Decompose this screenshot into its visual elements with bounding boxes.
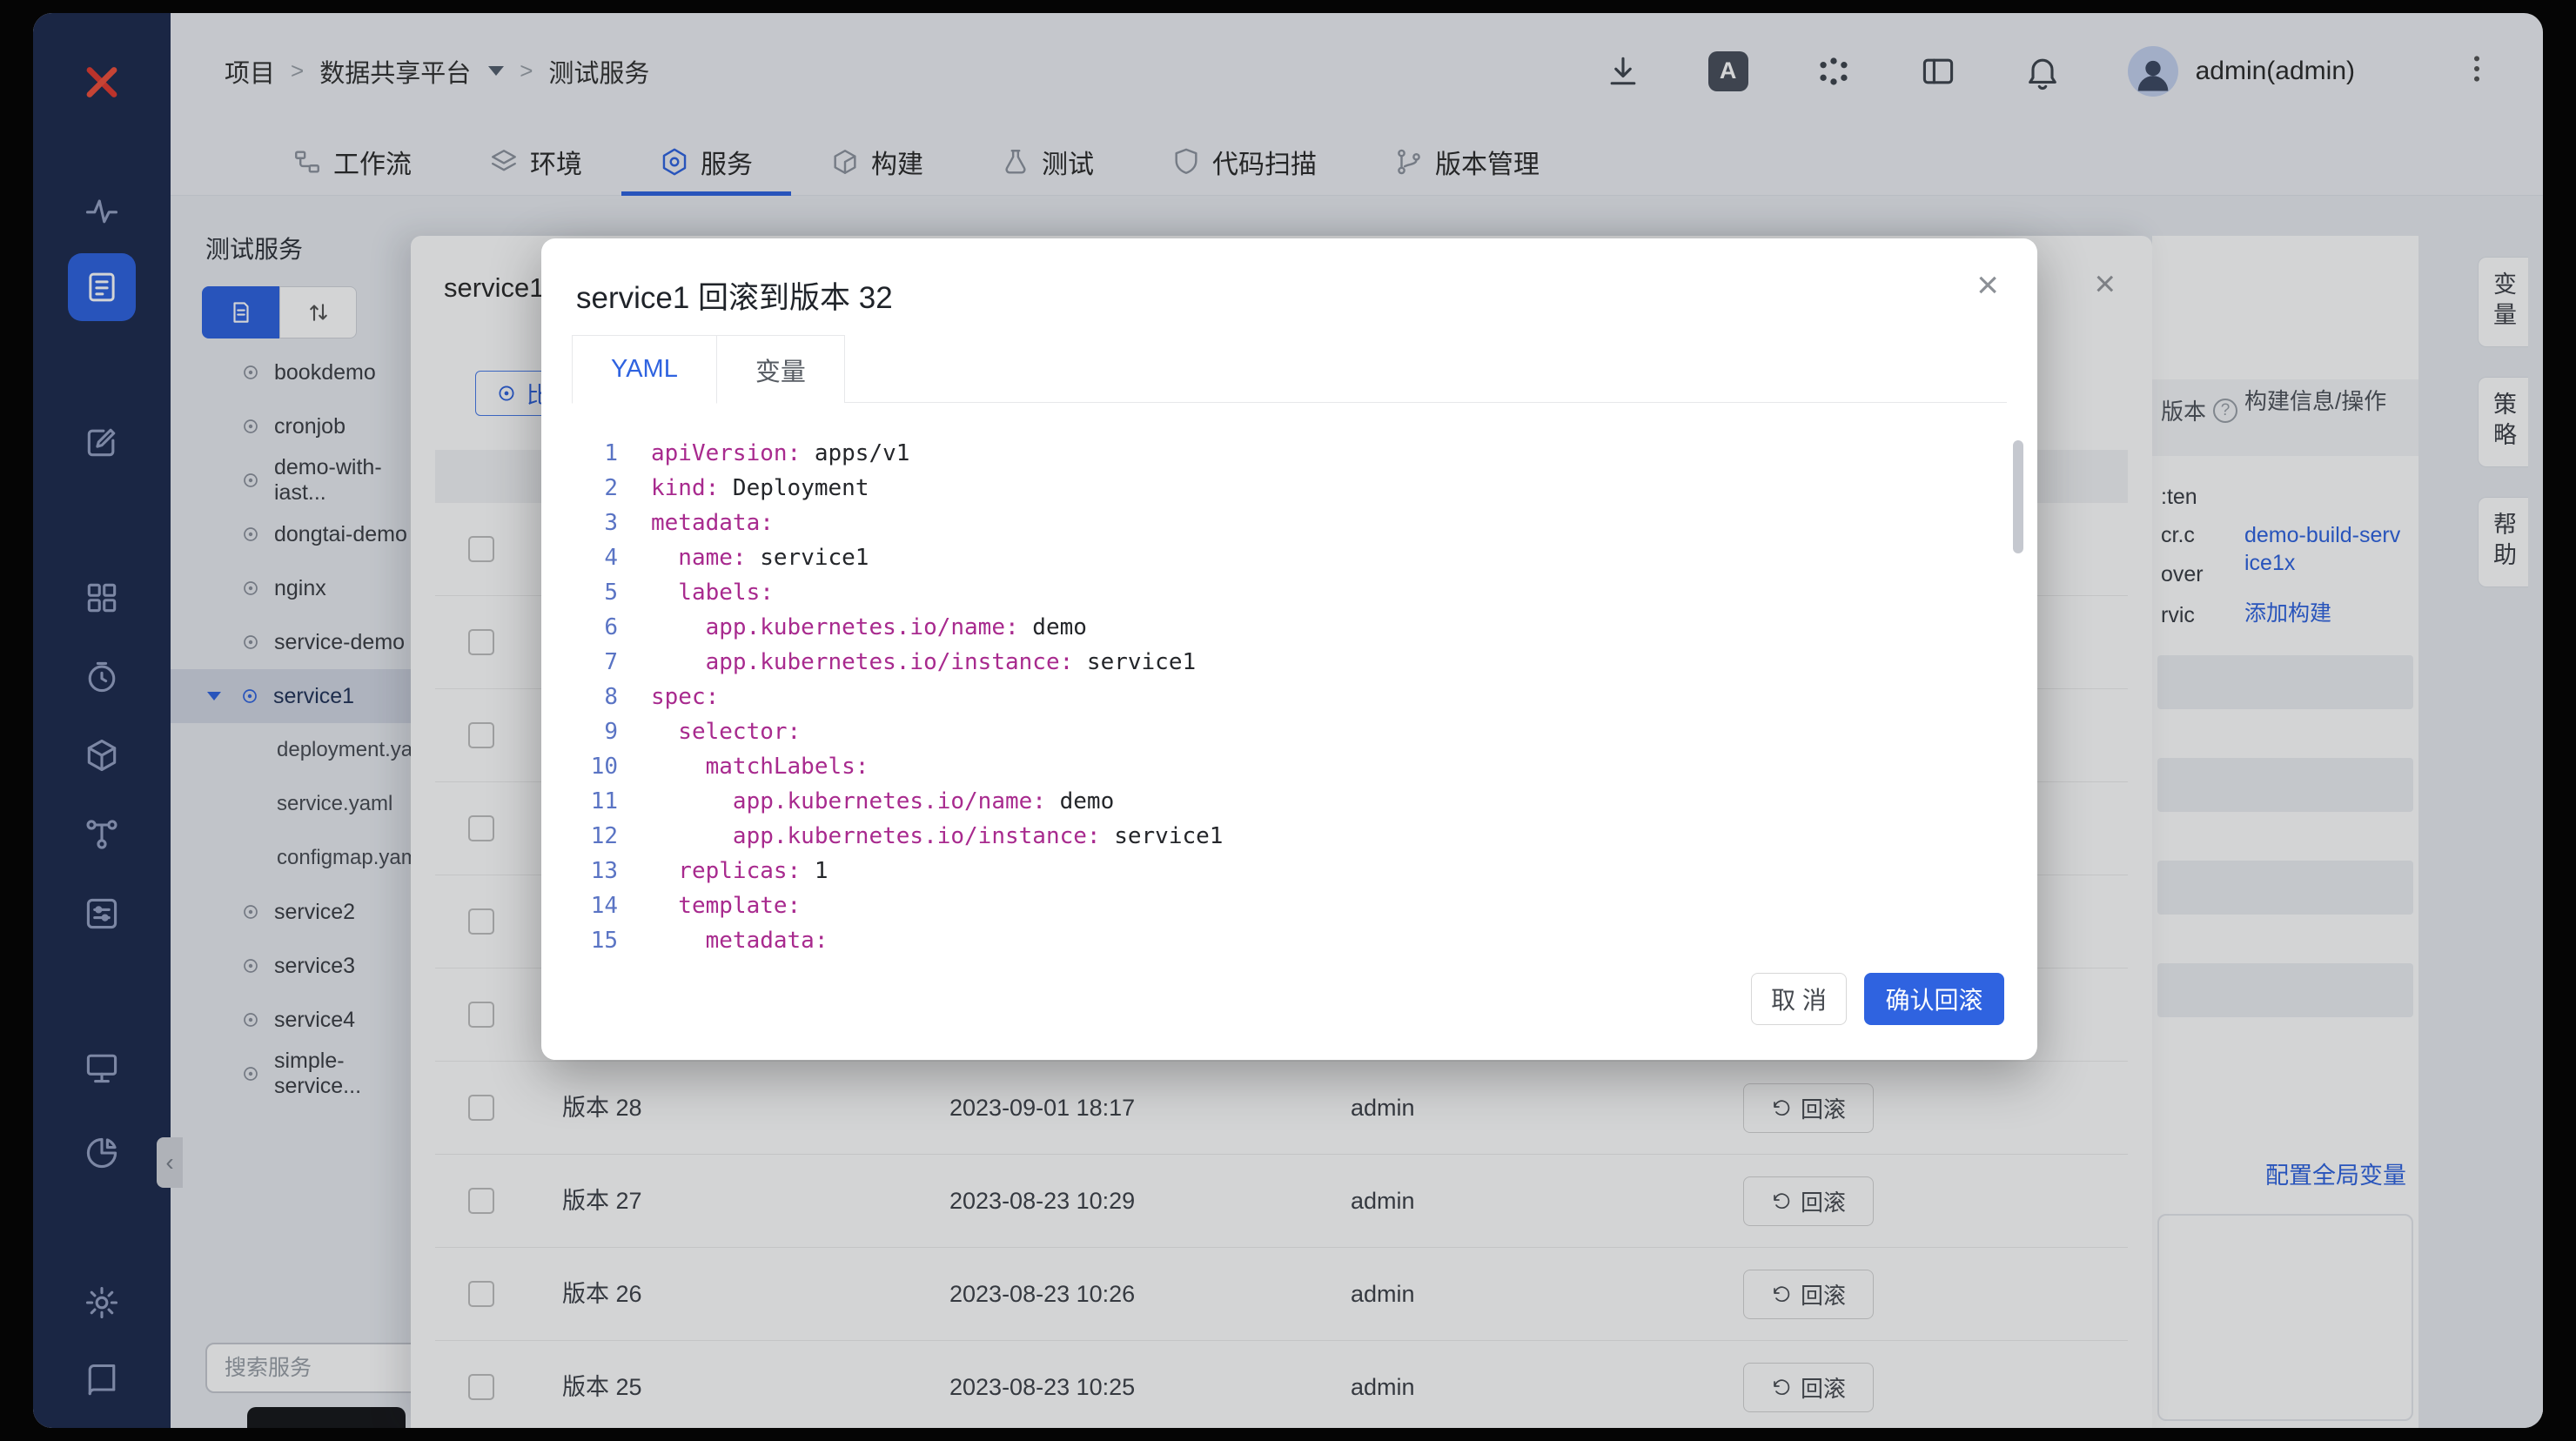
modal-title: service1 回滚到版本 32 xyxy=(576,281,893,315)
code-key: template: xyxy=(651,893,802,919)
code-line: 14 template: xyxy=(541,888,2037,923)
code-line-number: 14 xyxy=(590,893,618,919)
code-key: app.kubernetes.io/name: xyxy=(651,614,1019,640)
code-line-number: 10 xyxy=(590,754,618,780)
code-key: kind: xyxy=(651,475,720,501)
code-key: spec: xyxy=(651,684,720,710)
code-value: Deployment xyxy=(719,475,869,501)
code-line-number: 15 xyxy=(590,928,618,954)
code-line: 2 kind: Deployment xyxy=(541,471,2037,506)
code-key: app.kubernetes.io/name: xyxy=(651,788,1046,814)
code-line-number: 5 xyxy=(604,580,618,606)
code-value: apps/v1 xyxy=(801,440,910,466)
code-line: 15 metadata: xyxy=(541,923,2037,958)
code-key: replicas: xyxy=(651,858,802,884)
code-line: 7 app.kubernetes.io/instance: service1 xyxy=(541,645,2037,680)
code-line: 10 matchLabels: xyxy=(541,749,2037,784)
modal-tabs: YAML 变量 xyxy=(572,335,2007,404)
code-value: service1 xyxy=(746,545,869,571)
code-line-number: 1 xyxy=(604,440,618,466)
modal-close-icon[interactable]: × xyxy=(1976,266,1999,305)
code-line: 12 app.kubernetes.io/instance: service1 xyxy=(541,819,2037,854)
yaml-code-editor[interactable]: 1 apiVersion: apps/v1 2 kind: Deployment 3… xyxy=(541,403,2037,977)
confirm-rollback-button[interactable]: 确认回滚 xyxy=(1864,973,2004,1025)
code-key: labels: xyxy=(651,580,774,606)
tab-variables[interactable]: 变量 xyxy=(715,335,845,403)
code-line-number: 4 xyxy=(604,545,618,571)
code-value: demo xyxy=(1018,614,1087,640)
code-key: apiVersion: xyxy=(651,440,802,466)
code-line-number: 12 xyxy=(590,823,618,849)
code-line-number: 3 xyxy=(604,510,618,536)
code-line-number: 9 xyxy=(604,719,618,745)
code-value: service1 xyxy=(1100,823,1224,849)
cancel-button[interactable]: 取 消 xyxy=(1751,973,1847,1025)
code-line-number: 6 xyxy=(604,614,618,640)
code-key: metadata: xyxy=(651,510,774,536)
code-key: name: xyxy=(651,545,747,571)
scrollbar-thumb[interactable] xyxy=(2013,440,2023,553)
code-line: 1 apiVersion: apps/v1 xyxy=(541,436,2037,471)
code-key: app.kubernetes.io/instance: xyxy=(651,649,1074,675)
code-key: app.kubernetes.io/instance: xyxy=(651,823,1101,849)
code-line: 9 selector: xyxy=(541,714,2037,749)
code-line-number: 2 xyxy=(604,475,618,501)
code-value: service1 xyxy=(1073,649,1197,675)
code-line-number: 11 xyxy=(590,788,618,814)
code-line: 6 app.kubernetes.io/name: demo xyxy=(541,610,2037,645)
code-line: 3 metadata: xyxy=(541,506,2037,540)
code-line-number: 7 xyxy=(604,649,618,675)
code-line: 8 spec: xyxy=(541,680,2037,714)
code-key: matchLabels: xyxy=(651,754,869,780)
rollback-modal: service1 回滚到版本 32 × YAML 变量 1 apiVersion:… xyxy=(541,238,2037,1060)
app-window: 项目 > 数据共享平台 > 测试服务 A admin(admin) 工作流 环境… xyxy=(33,13,2543,1428)
code-key: metadata: xyxy=(651,928,828,954)
code-line-number: 13 xyxy=(590,858,618,884)
code-line-number: 8 xyxy=(604,684,618,710)
code-line: 11 app.kubernetes.io/name: demo xyxy=(541,784,2037,819)
code-line: 5 labels: xyxy=(541,575,2037,610)
code-line: 4 name: service1 xyxy=(541,540,2037,575)
code-line: 13 replicas: 1 xyxy=(541,854,2037,888)
tab-yaml[interactable]: YAML xyxy=(572,335,717,404)
code-key: selector: xyxy=(651,719,802,745)
code-value: demo xyxy=(1045,788,1115,814)
code-value: 1 xyxy=(801,858,828,884)
